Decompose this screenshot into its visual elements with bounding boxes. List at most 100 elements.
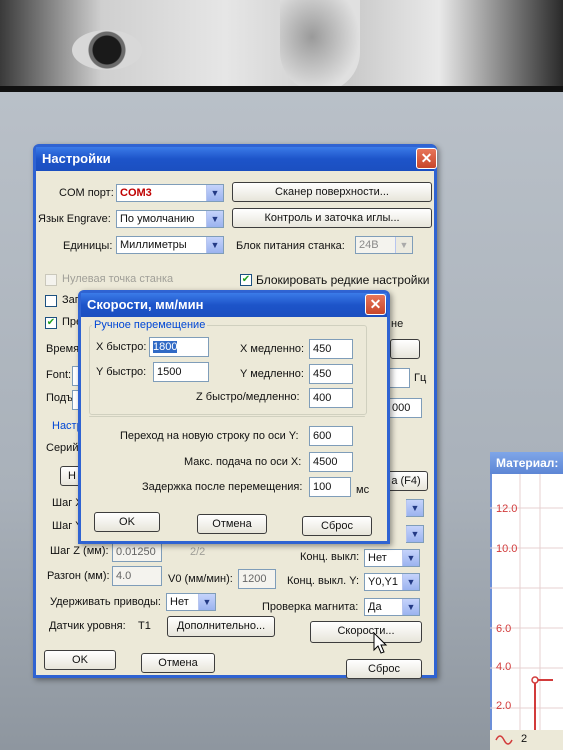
step-x-select[interactable]: ▼ — [406, 499, 424, 517]
check-icon: ✔ — [46, 317, 56, 328]
accel-input[interactable]: 4.0 — [112, 566, 162, 586]
separator — [89, 416, 365, 417]
ear-photo — [280, 0, 360, 92]
y-slow-label: Y медленно: — [240, 368, 304, 380]
material-window-title: Материал: — [490, 452, 563, 474]
more-button[interactable]: Дополнительно... — [167, 616, 275, 637]
newline-input[interactable]: 600 — [309, 426, 353, 446]
delay-label: Задержка после перемещения: — [142, 481, 303, 493]
speeds-button[interactable]: Скорости... — [310, 621, 422, 643]
settings-reset-button[interactable]: Сброс — [346, 659, 422, 679]
font-label: Font: — [46, 369, 72, 381]
power-select[interactable]: 24В ▼ — [355, 236, 413, 254]
y-fast-label: Y быстро: — [96, 366, 147, 378]
control-button[interactable]: Контроль и заточка иглы... — [232, 208, 432, 228]
v0-input[interactable]: 1200 — [238, 569, 276, 589]
chevron-down-icon: ▼ — [402, 550, 419, 566]
limit-y-select[interactable]: Y0,Y1 ▼ — [364, 573, 420, 591]
magnet-select[interactable]: Да ▼ — [364, 598, 420, 616]
pre-right-label: не — [391, 318, 404, 330]
lock-settings-checkbox[interactable]: ✔ — [240, 274, 252, 286]
eye-photo — [72, 30, 142, 70]
lock-settings-label: Блокировать редкие настройки — [256, 273, 430, 287]
power-value: 24В — [359, 239, 379, 251]
com-port-label: COM порт: — [59, 187, 114, 199]
maxfeed-label: Макс. подача по оси X: — [184, 456, 302, 468]
language-label: Язык Engrave: — [38, 213, 111, 225]
y-fast-input[interactable]: 1500 — [153, 362, 209, 382]
scanner-button[interactable]: Сканер поверхности... — [232, 182, 432, 202]
settings-cancel-button[interactable]: Отмена — [141, 653, 215, 673]
com-port-select[interactable]: COM3 ▼ — [116, 184, 224, 202]
speeds-cancel-button[interactable]: Отмена — [197, 514, 267, 534]
power-label: Блок питания станка: — [236, 240, 345, 252]
z-speed-input[interactable]: 400 — [309, 388, 353, 408]
x-fast-input[interactable]: 1800 — [149, 337, 209, 357]
language-select[interactable]: По умолчанию ▼ — [116, 210, 224, 228]
x-fast-value: 1800 — [153, 341, 178, 353]
y-slow-input[interactable]: 450 — [309, 364, 353, 384]
maxfeed-value: 4500 — [313, 456, 338, 468]
hold-select[interactable]: Нет ▼ — [166, 593, 216, 611]
settings-close-button[interactable]: ✕ — [416, 148, 437, 169]
limit-y-label: Конц. выкл. Y: — [287, 575, 360, 587]
speeds-ok-button[interactable]: OK — [94, 512, 160, 532]
chevron-down-icon: ▼ — [206, 237, 223, 253]
limit-y-value: Y0,Y1 — [368, 576, 398, 588]
zap-checkbox[interactable] — [45, 295, 57, 307]
accel-value: 4.0 — [116, 570, 132, 582]
settings-ok-button[interactable]: OK — [44, 650, 116, 670]
magnet-label: Проверка магнита: — [262, 601, 359, 613]
step-z-input[interactable]: 0.01250 — [112, 542, 162, 562]
y-fast-value: 1500 — [157, 366, 182, 378]
check-icon: ✔ — [241, 274, 251, 285]
units-select[interactable]: Миллиметры ▼ — [116, 236, 224, 254]
y-tick: 6.0 — [496, 623, 512, 635]
x-slow-label: X медленно: — [240, 343, 305, 355]
hold-value: Нет — [170, 596, 189, 608]
delay-unit: мс — [356, 484, 370, 496]
y-tick: 2.0 — [496, 700, 512, 712]
cursor-icon — [373, 632, 388, 654]
close-icon: ✕ — [369, 296, 382, 312]
step-z-value: 0.01250 — [116, 546, 156, 558]
y-tick: 12.0 — [496, 503, 518, 515]
magnet-value: Да — [368, 601, 382, 613]
y-tick: 4.0 — [496, 661, 512, 673]
v0-label: V0 (мм/мин): — [168, 573, 233, 585]
level-sensor-value: T1 — [138, 620, 151, 632]
close-icon: ✕ — [420, 150, 433, 166]
delay-input[interactable]: 100 — [309, 477, 351, 497]
limit-select[interactable]: Нет ▼ — [364, 549, 420, 567]
y-slow-value: 450 — [313, 368, 332, 380]
chevron-down-icon: ▼ — [395, 237, 412, 253]
zero-point-checkbox[interactable] — [45, 274, 57, 286]
newline-value: 600 — [313, 430, 332, 442]
hz-input[interactable] — [388, 368, 410, 388]
language-value: По умолчанию — [120, 213, 195, 225]
newline-label: Переход на новую строку по оси Y: — [120, 430, 299, 442]
pre-checkbox[interactable]: ✔ — [45, 317, 57, 329]
lift-right-value: 000 — [392, 402, 411, 414]
zero-point-label: Нулевая точка станка — [62, 273, 174, 285]
speeds-close-button[interactable]: ✕ — [365, 294, 386, 315]
speeds-reset-button[interactable]: Сброс — [302, 516, 372, 536]
hold-label: Удерживать приводы: — [50, 596, 161, 608]
v0-value: 1200 — [242, 573, 267, 585]
step-y-select[interactable]: ▼ — [406, 525, 424, 543]
x-fast-label: X быстро: — [96, 341, 147, 353]
f4-button[interactable]: а (F4) — [384, 471, 428, 491]
maxfeed-input[interactable]: 4500 — [309, 452, 353, 472]
chevron-down-icon: ▼ — [406, 526, 423, 542]
limit-label: Конц. выкл: — [300, 551, 360, 563]
x-slow-value: 450 — [313, 343, 332, 355]
hz-label: Гц — [414, 372, 427, 384]
time-small-button[interactable] — [390, 339, 420, 359]
limit-value: Нет — [368, 552, 387, 564]
time-label: Время — [46, 343, 80, 355]
lift-right-input[interactable]: 000 — [388, 398, 422, 418]
step-z-label: Шаг Z (мм): — [50, 545, 109, 557]
chevron-down-icon: ▼ — [206, 211, 223, 227]
x-slow-input[interactable]: 450 — [309, 339, 353, 359]
z-speed-label: Z быстро/медленно: — [196, 391, 300, 403]
